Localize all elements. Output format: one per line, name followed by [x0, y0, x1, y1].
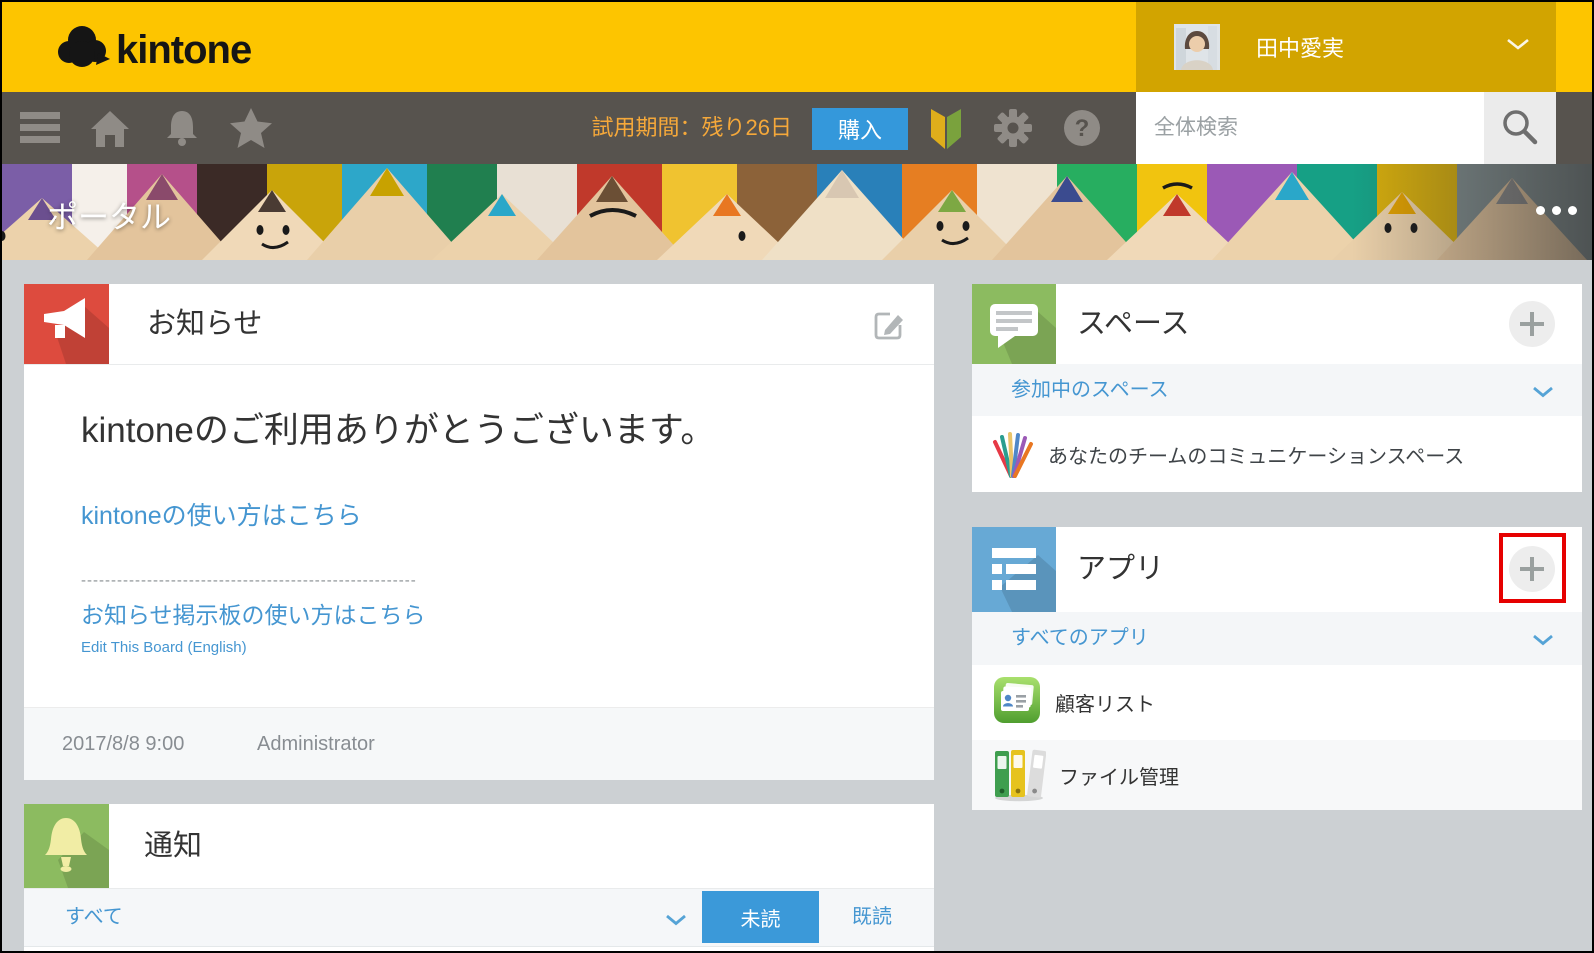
megaphone-icon: [24, 284, 109, 364]
add-space-button[interactable]: [1509, 301, 1555, 347]
settings-gear-icon[interactable]: [990, 92, 1036, 164]
svg-text:?: ?: [1075, 115, 1090, 142]
joined-spaces-row[interactable]: 参加中のスペース: [972, 364, 1582, 417]
dashed-divider: ----------------------------------------…: [81, 572, 417, 589]
apps-panel: アプリ すべてのアプリ 顧客リスト ファイル管理: [972, 527, 1582, 810]
usage-guide-link[interactable]: kintoneの使い方はこちら: [81, 496, 362, 532]
app-item-file-management[interactable]: ファイル管理: [972, 740, 1582, 810]
unread-tab-button[interactable]: 未読: [702, 891, 819, 943]
announcement-date: 2017/8/8 9:00: [62, 733, 185, 755]
announcement-greeting-text: kintoneのご利用ありがとうございます。: [81, 411, 716, 450]
trial-period-text: 試用期間：残り26日: [591, 115, 792, 140]
buy-button[interactable]: 購入: [812, 108, 908, 150]
all-apps-row[interactable]: すべてのアプリ: [972, 612, 1582, 666]
search-button[interactable]: [1484, 92, 1556, 164]
filter-all-dropdown[interactable]: すべて: [65, 889, 123, 946]
portal-cover-image: ポータル: [2, 164, 1592, 260]
user-menu-button[interactable]: 田中愛実: [1136, 2, 1556, 92]
announcement-footer: 2017/8/8 9:00 Administrator: [24, 707, 934, 780]
edit-announcement-button[interactable]: [870, 307, 906, 343]
filter-chevron-down-icon[interactable]: [665, 913, 687, 931]
edit-board-english-link[interactable]: Edit This Board (English): [81, 639, 247, 656]
spaces-panel: スペース 参加中のスペース あなたのチームのコミュニケーションスペース: [972, 284, 1582, 492]
user-avatar: [1174, 24, 1220, 70]
read-tab-button[interactable]: 既読: [852, 889, 892, 946]
colored-pencils-image: [2, 164, 1592, 260]
board-usage-link[interactable]: お知らせ掲示板の使い方はこちら: [81, 596, 426, 630]
app-list-icon: [972, 527, 1056, 612]
portal-page-title: ポータル: [47, 200, 171, 235]
notifications-header: 通知: [24, 804, 934, 889]
notifications-title: 通知: [144, 830, 203, 862]
joined-spaces-label: 参加中のスペース: [1011, 379, 1169, 401]
app-item-customer-list[interactable]: 顧客リスト: [972, 665, 1582, 740]
global-nav-bar: 試用期間：残り26日 購入 ?: [2, 92, 1592, 164]
customer-list-app-icon: [992, 675, 1042, 730]
user-menu-chevron-icon: [1506, 38, 1530, 56]
space-list-item[interactable]: あなたのチームのコミュニケーションスペース: [972, 416, 1582, 492]
apps-header: アプリ: [972, 527, 1582, 613]
announcements-title: お知らせ: [147, 308, 263, 340]
spaces-title: スペース: [1077, 308, 1190, 340]
bell-tile-icon: [24, 804, 109, 888]
notifications-panel: 通知 すべて 未読 既読: [24, 804, 934, 951]
app-header: kintone 田中愛実: [2, 2, 1592, 92]
speech-bubble-icon: [972, 284, 1056, 364]
announcements-panel: お知らせ kintoneのご利用ありがとうございます。 kintoneの使い方は…: [24, 284, 934, 780]
search-icon: [1500, 107, 1540, 150]
spaces-header: スペース: [972, 284, 1582, 365]
hamburger-menu-icon[interactable]: [18, 92, 62, 164]
announcement-author: Administrator: [257, 733, 375, 755]
apps-chevron-down-icon: [1532, 633, 1554, 651]
kintone-cloud-icon: [54, 24, 110, 75]
spaces-chevron-down-icon: [1532, 385, 1554, 403]
notifications-filter-bar: すべて 未読 既読: [24, 888, 934, 947]
search-input[interactable]: [1136, 92, 1484, 164]
app-name: 顧客リスト: [1055, 694, 1155, 716]
apps-title: アプリ: [1077, 553, 1165, 585]
space-name: あなたのチームのコミュニケーションスペース: [1048, 445, 1465, 468]
logo-text: kintone: [116, 27, 252, 72]
notifications-bell-icon[interactable]: [160, 92, 204, 164]
favorites-star-icon[interactable]: [228, 92, 274, 164]
help-icon[interactable]: ?: [1060, 92, 1104, 164]
portal-options-menu[interactable]: [1536, 206, 1577, 215]
all-apps-label: すべてのアプリ: [1011, 627, 1149, 649]
user-name: 田中愛実: [1256, 36, 1345, 61]
red-highlight-annotation: [1499, 533, 1566, 603]
announcements-header: お知らせ: [24, 284, 934, 365]
beginner-guide-icon[interactable]: [924, 92, 968, 164]
kintone-logo[interactable]: kintone: [54, 24, 252, 75]
kintone-portal-screen: kintone 田中愛実 試用期間：残り26日 購入 ? 全体検索 ポータル お…: [0, 0, 1594, 953]
app-name: ファイル管理: [1059, 766, 1179, 789]
file-management-app-icon: [992, 744, 1047, 807]
space-thumbnail-pencils: [990, 430, 1034, 478]
home-icon[interactable]: [88, 92, 132, 164]
